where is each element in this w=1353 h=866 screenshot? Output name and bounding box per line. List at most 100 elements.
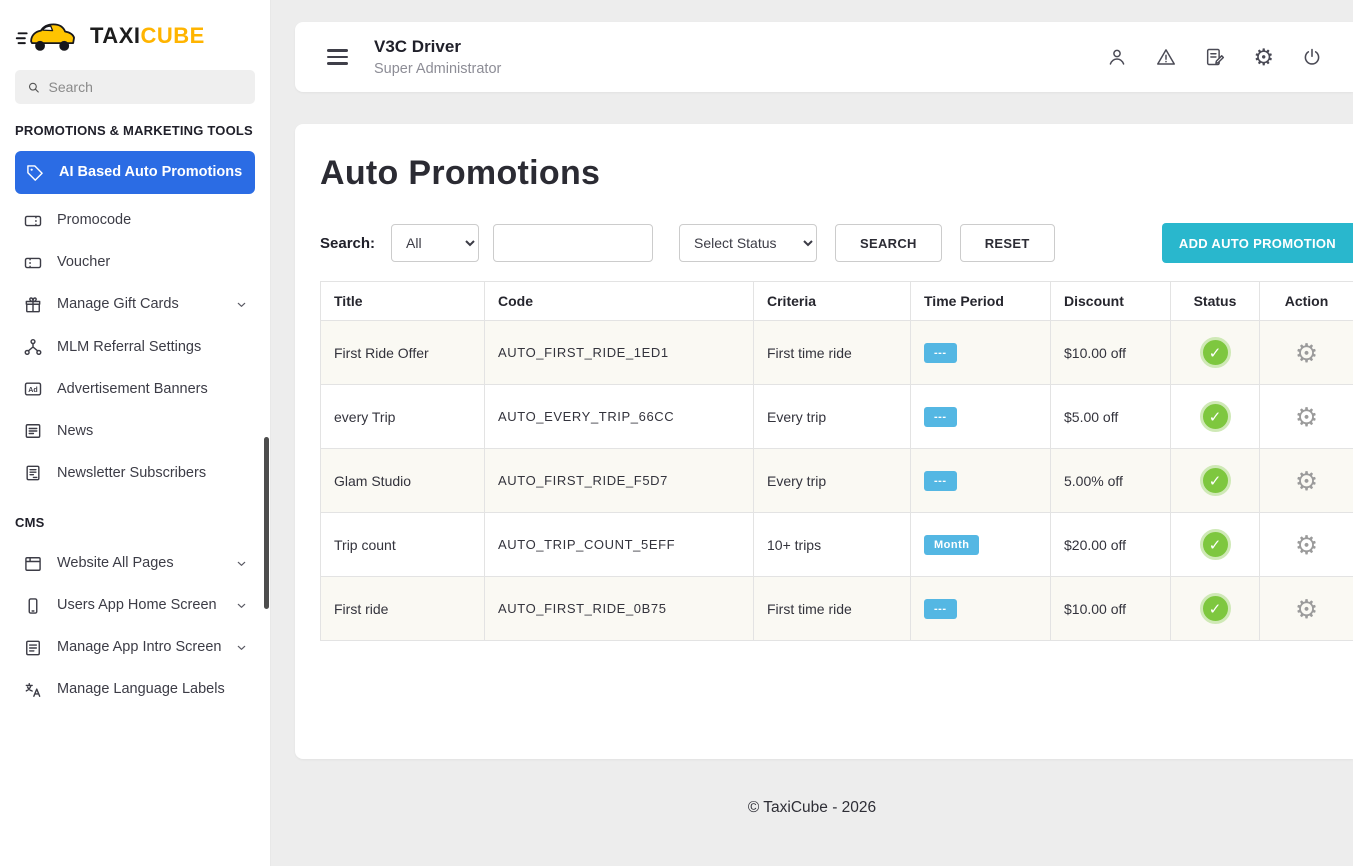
sidebar-item-label: Voucher [57,252,110,273]
table-row: First ride AUTO_FIRST_RIDE_0B75 First ti… [321,577,1353,641]
chevron-down-icon [236,600,247,611]
time-period-badge: --- [924,599,957,619]
topbar: V3C Driver Super Administrator ⚙ [295,22,1353,92]
intro-screen-icon [23,638,43,658]
cell-time-period: --- [911,449,1051,513]
cell-action: ⚙ [1260,385,1353,449]
gift-icon [23,295,43,315]
status-active-icon[interactable]: ✓ [1200,529,1231,560]
row-settings-gear-icon[interactable]: ⚙ [1295,466,1318,496]
sidebar-search[interactable] [15,70,255,104]
col-action: Action [1260,282,1353,321]
ticket-icon [23,211,43,231]
search-field-select[interactable]: All [391,224,479,262]
table-row: every Trip AUTO_EVERY_TRIP_66CC Every tr… [321,385,1353,449]
user-icon[interactable] [1106,46,1128,68]
sidebar-item-newsletter[interactable]: Newsletter Subscribers [15,453,255,494]
row-settings-gear-icon[interactable]: ⚙ [1295,338,1318,368]
brand-logo[interactable]: TAXICUBE [15,12,255,70]
page-title: Auto Promotions [320,154,1353,193]
brand-name-secondary: CUBE [140,23,204,48]
sidebar-item-users-app-home[interactable]: Users App Home Screen [15,585,255,626]
main-area: V3C Driver Super Administrator ⚙ Auto Pr… [271,0,1353,817]
cell-status: ✓ [1171,385,1260,449]
cell-title: Trip count [321,513,485,577]
col-status: Status [1171,282,1260,321]
row-settings-gear-icon[interactable]: ⚙ [1295,402,1318,432]
sidebar-item-news[interactable]: News [15,411,255,452]
table-row: Trip count AUTO_TRIP_COUNT_5EFF 10+ trip… [321,513,1353,577]
sidebar-item-label: Promocode [57,210,131,231]
svg-text:Ad: Ad [28,386,37,394]
sidebar-item-language-labels[interactable]: Manage Language Labels [15,669,255,710]
row-settings-gear-icon[interactable]: ⚙ [1295,530,1318,560]
topbar-title: V3C Driver [374,37,501,57]
status-active-icon[interactable]: ✓ [1200,337,1231,368]
sidebar-item-ai-auto-promotions[interactable]: AI Based Auto Promotions [15,151,255,194]
cell-code: AUTO_FIRST_RIDE_F5D7 [485,449,754,513]
search-filter-label: Search: [320,235,375,252]
reset-button[interactable]: RESET [960,224,1055,262]
cell-title: First ride [321,577,485,641]
sidebar-item-label: Users App Home Screen [57,595,217,616]
section-header-promotions: PROMOTIONS & MARKETING TOOLS [15,120,255,141]
col-discount: Discount [1051,282,1171,321]
cell-title: Glam Studio [321,449,485,513]
sidebar-item-label: Manage App Intro Screen [57,637,221,658]
cell-code: AUTO_FIRST_RIDE_0B75 [485,577,754,641]
topbar-subtitle: Super Administrator [374,61,501,77]
cell-time-period: Month [911,513,1051,577]
brand-name-primary: TAXI [90,23,140,48]
brand-name: TAXICUBE [90,23,205,49]
cell-title: every Trip [321,385,485,449]
translate-icon [23,680,43,700]
topbar-icons: ⚙ [1106,46,1329,69]
search-button[interactable]: SEARCH [835,224,942,262]
cell-status: ✓ [1171,577,1260,641]
tag-icon [25,163,45,183]
menu-icon[interactable] [327,49,348,64]
sidebar-item-mlm-referral[interactable]: MLM Referral Settings [15,327,255,368]
status-active-icon[interactable]: ✓ [1200,593,1231,624]
status-active-icon[interactable]: ✓ [1200,401,1231,432]
cell-code: AUTO_FIRST_RIDE_1ED1 [485,321,754,385]
ad-banner-icon: Ad [23,379,43,399]
sidebar-item-label: News [57,421,93,442]
sidebar-item-ad-banners[interactable]: Ad Advertisement Banners [15,369,255,410]
form-edit-icon[interactable] [1204,46,1226,68]
alert-icon[interactable] [1155,46,1177,68]
cell-action: ⚙ [1260,577,1353,641]
time-period-badge: --- [924,343,957,363]
sidebar-scrollbar[interactable] [264,437,269,609]
cell-criteria: 10+ trips [754,513,911,577]
status-active-icon[interactable]: ✓ [1200,465,1231,496]
sidebar-item-voucher[interactable]: Voucher [15,242,255,283]
sidebar-item-gift-cards[interactable]: Manage Gift Cards [15,284,255,325]
sidebar-item-website-pages[interactable]: Website All Pages [15,543,255,584]
sidebar-item-label: Newsletter Subscribers [57,463,206,484]
sidebar-item-app-intro[interactable]: Manage App Intro Screen [15,627,255,668]
chevron-down-icon [236,558,247,569]
power-icon[interactable] [1301,46,1323,68]
cell-discount: $20.00 off [1051,513,1171,577]
add-auto-promotion-button[interactable]: ADD AUTO PROMOTION [1162,223,1353,263]
search-term-input[interactable] [493,224,653,262]
content-panel: Auto Promotions Search: All Select Statu… [295,124,1353,759]
search-input[interactable] [49,79,244,95]
time-period-badge: --- [924,471,957,491]
cell-criteria: Every trip [754,449,911,513]
sidebar-item-promocode[interactable]: Promocode [15,200,255,241]
smartphone-icon [23,596,43,616]
settings-gear-icon[interactable]: ⚙ [1253,46,1274,69]
chevron-down-icon [236,642,247,653]
col-criteria: Criteria [754,282,911,321]
sidebar-item-label: Manage Language Labels [57,679,225,700]
voucher-icon [23,253,43,273]
status-select[interactable]: Select Status [679,224,817,262]
sidebar-item-label: Website All Pages [57,553,174,574]
footer-copyright: © TaxiCube - 2026 [295,799,1353,817]
row-settings-gear-icon[interactable]: ⚙ [1295,594,1318,624]
cell-time-period: --- [911,385,1051,449]
newsletter-icon [23,463,43,483]
cell-criteria: Every trip [754,385,911,449]
